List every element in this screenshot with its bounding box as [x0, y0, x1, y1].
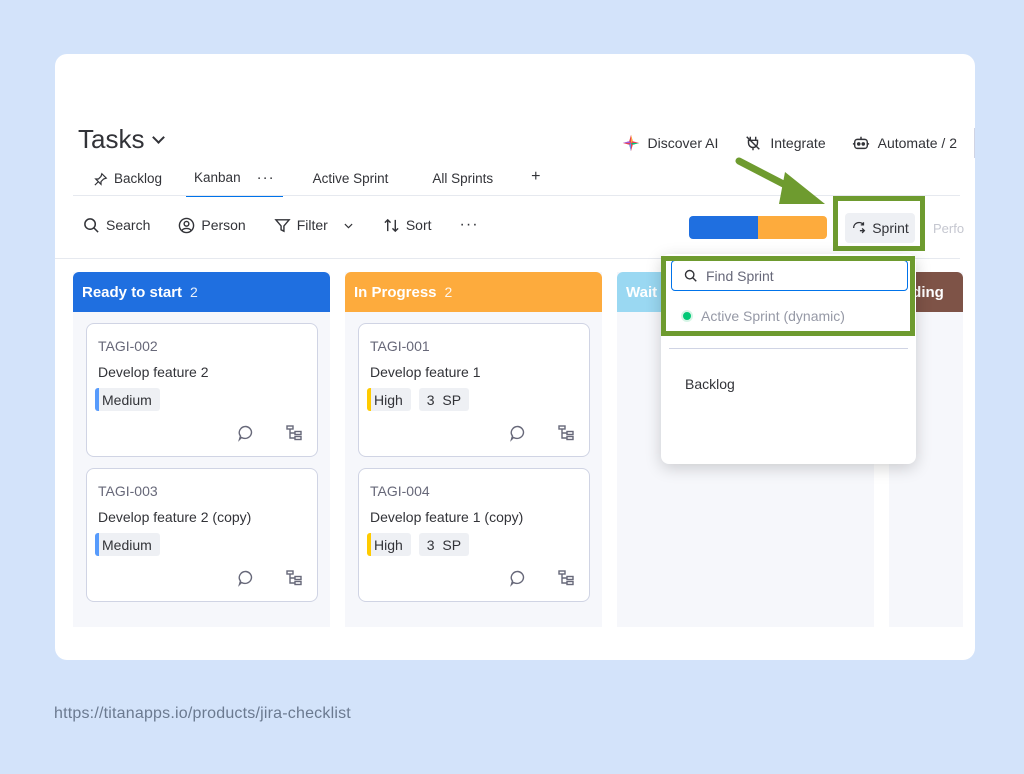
header-divider [974, 128, 975, 158]
subitems-icon[interactable] [285, 569, 303, 587]
task-card[interactable]: TAGI-002 Develop feature 2 Medium [86, 323, 318, 457]
board-title-text: Tasks [78, 124, 145, 154]
subitems-icon[interactable] [557, 569, 575, 587]
sprint-option-backlog[interactable]: Backlog [685, 376, 735, 392]
sprint-highlight-box [833, 196, 925, 251]
column-count: 2 [444, 284, 453, 300]
board-toolbar: Search Person Filter Sort ··· [83, 216, 479, 234]
task-name: Develop feature 1 (copy) [370, 509, 524, 525]
performance-button[interactable]: Perfo [933, 221, 964, 236]
progress-done-segment [689, 216, 758, 239]
dropdown-highlight-box [661, 256, 915, 336]
board-panel: Tasks Discover AI Integrate Automate / 2… [55, 54, 975, 660]
sort-button[interactable]: Sort [383, 217, 432, 234]
column-in-progress: In Progress 2 TAGI-001 Develop feature 1… [345, 272, 602, 627]
filter-icon [274, 218, 291, 232]
search-button[interactable]: Search [83, 217, 150, 234]
comment-icon[interactable] [237, 569, 255, 587]
task-name: Develop feature 2 (copy) [98, 509, 252, 525]
board-title[interactable]: Tasks [78, 124, 166, 155]
more-options-icon[interactable]: ··· [460, 216, 479, 234]
person-button[interactable]: Person [178, 217, 246, 234]
integrate-button[interactable]: Integrate [731, 132, 838, 154]
task-id: TAGI-002 [98, 338, 158, 354]
story-points-tag[interactable]: 3 SP [418, 388, 470, 411]
search-icon [84, 217, 99, 233]
sort-icon [384, 218, 399, 232]
column-header[interactable]: Ready to start 2 [73, 272, 330, 312]
tab-kanban[interactable]: Kanban ··· [178, 169, 291, 197]
robot-icon [852, 136, 869, 150]
annotation-arrow-icon [735, 157, 825, 204]
dropdown-divider [669, 348, 908, 349]
add-view-button[interactable]: + [509, 168, 550, 196]
column-ready-to-start: Ready to start 2 TAGI-002 Develop featur… [73, 272, 330, 627]
filter-button[interactable]: Filter [274, 217, 355, 234]
sprint-dropdown: Active Sprint (dynamic) Backlog [661, 254, 916, 464]
pin-icon [94, 172, 108, 186]
discover-ai-button[interactable]: Discover AI [609, 132, 732, 154]
task-id: TAGI-001 [370, 338, 430, 354]
column-header[interactable]: In Progress 2 [345, 272, 602, 312]
task-name: Develop feature 1 [370, 364, 481, 380]
tab-active-sprint[interactable]: Active Sprint [291, 171, 411, 196]
task-id: TAGI-003 [98, 483, 158, 499]
task-card[interactable]: TAGI-004 Develop feature 1 (copy) High 3… [358, 468, 590, 602]
comment-icon[interactable] [509, 424, 527, 442]
tab-more-icon[interactable]: ··· [257, 169, 275, 186]
priority-tag[interactable]: Medium [95, 388, 160, 411]
task-card[interactable]: TAGI-001 Develop feature 1 High 3 SP [358, 323, 590, 457]
column-count: 2 [190, 284, 198, 300]
task-card[interactable]: TAGI-003 Develop feature 2 (copy) Medium [86, 468, 318, 602]
subitems-icon[interactable] [557, 424, 575, 442]
task-id: TAGI-004 [370, 483, 430, 499]
comment-icon[interactable] [237, 424, 255, 442]
priority-tag[interactable]: High [367, 533, 411, 556]
priority-tag[interactable]: High [367, 388, 411, 411]
view-tabs: Backlog Kanban ··· Active Sprint All Spr… [78, 162, 550, 197]
chevron-down-icon[interactable] [342, 219, 355, 232]
sparkle-icon [622, 134, 639, 152]
sprint-progress-bar [689, 216, 827, 239]
comment-icon[interactable] [509, 569, 527, 587]
progress-remaining-segment [758, 216, 827, 239]
chevron-down-icon [152, 130, 166, 144]
person-icon [179, 217, 195, 233]
source-url-caption: https://titanapps.io/products/jira-check… [54, 705, 351, 722]
task-name: Develop feature 2 [98, 364, 209, 380]
plug-icon [746, 136, 761, 151]
subitems-icon[interactable] [285, 424, 303, 442]
tab-all-sprints[interactable]: All Sprints [410, 171, 509, 196]
tab-backlog[interactable]: Backlog [78, 171, 178, 196]
automate-button[interactable]: Automate / 2 [839, 132, 970, 154]
story-points-tag[interactable]: 3 SP [418, 533, 470, 556]
priority-tag[interactable]: Medium [95, 533, 160, 556]
